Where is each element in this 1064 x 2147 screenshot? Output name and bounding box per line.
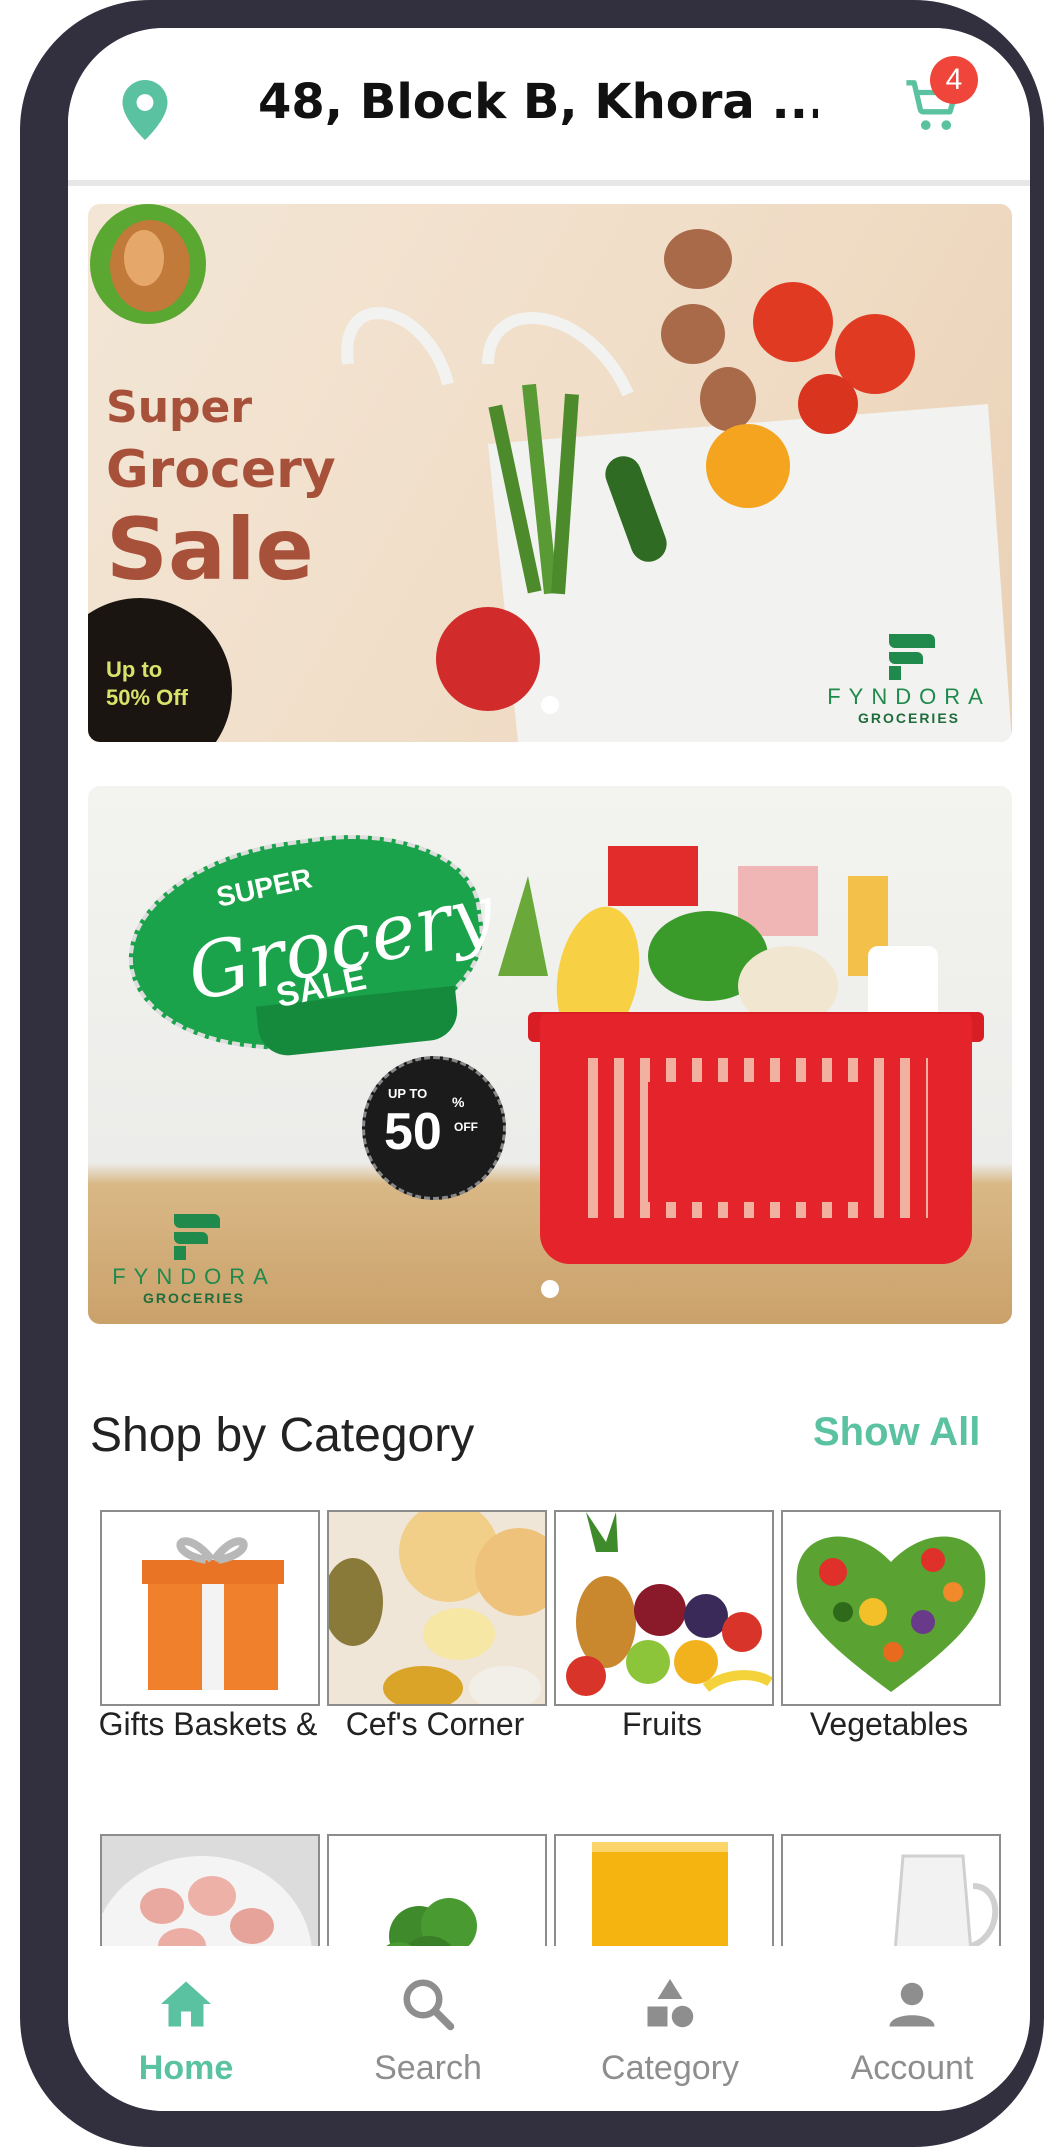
fruits-icon <box>556 1512 772 1704</box>
groceries-illustration <box>498 846 938 1036</box>
category-label-chefs-corner: Cef's Corner <box>345 1706 525 1742</box>
nav-category[interactable]: Category <box>570 1974 770 2088</box>
banner-1-headline-grocery: Grocery <box>106 440 336 500</box>
banner-2-off: OFF <box>454 1120 478 1134</box>
location-pin-icon[interactable] <box>122 80 168 140</box>
fyndora-logo-2: FYNDORA GROCERIES <box>106 1214 282 1306</box>
show-all-link[interactable]: Show All <box>813 1410 980 1455</box>
banner-2-percent: 50 <box>384 1103 442 1161</box>
category-tile-gifts[interactable] <box>100 1510 320 1706</box>
gift-box-icon <box>102 1512 318 1704</box>
category-label-fruits: Fruits <box>622 1706 702 1742</box>
nav-category-label: Category <box>601 2049 739 2087</box>
volume-up-button <box>20 338 44 518</box>
carousel-dot-2[interactable] <box>541 1280 559 1298</box>
carousel-dot[interactable] <box>541 696 559 714</box>
banner-1-headline-super: Super <box>106 382 253 433</box>
category-tile-vegetables[interactable] <box>781 1510 1001 1706</box>
nav-search[interactable]: Search <box>328 1974 528 2088</box>
category-tile-fruits[interactable] <box>554 1510 774 1706</box>
nav-home[interactable]: Home <box>86 1974 286 2088</box>
cart-count-badge: 4 <box>930 56 978 104</box>
app-header: 48, Block B, Khora ... 4 <box>68 28 1030 186</box>
banner-1-headline-sale: Sale <box>106 500 314 600</box>
account-icon <box>889 1982 935 2027</box>
volume-down-button <box>20 555 44 733</box>
thali-food-icon <box>329 1512 545 1704</box>
banner-2-upto: UP TO <box>388 1086 428 1101</box>
category-label-gifts: Gifts Baskets & <box>98 1706 318 1742</box>
promo-banner-1[interactable]: Super Grocery Sale Up to 50% Off FYNDORA… <box>88 204 1012 742</box>
nav-search-label: Search <box>374 2049 482 2087</box>
nav-account[interactable]: Account <box>812 1974 1012 2088</box>
home-icon <box>161 1981 211 2027</box>
nav-account-label: Account <box>850 2049 974 2087</box>
category-tile-chefs-corner[interactable] <box>327 1510 547 1706</box>
section-title: Shop by Category <box>90 1409 475 1462</box>
bottom-navigation: Home Search Category Account <box>68 1946 1030 2111</box>
promo-banner-2[interactable]: SUPER Grocery SALE UP TO 50 % OFF FYNDOR… <box>88 786 1012 1324</box>
fyndora-logo: FYNDORA GROCERIES <box>814 634 1004 726</box>
app-screen: 48, Block B, Khora ... 4 Super Grocery S… <box>68 28 1030 2111</box>
search-icon <box>403 1979 455 2031</box>
category-icon <box>647 1979 694 2028</box>
banner-2-percent-sign: % <box>452 1094 465 1110</box>
phone-frame: 48, Block B, Khora ... 4 Super Grocery S… <box>20 0 1044 2147</box>
delivery-address[interactable]: 48, Block B, Khora ... <box>258 74 818 130</box>
nav-home-label: Home <box>138 2049 234 2087</box>
banner-1-offer: Up to 50% Off <box>106 657 188 710</box>
vegetable-heart-icon <box>783 1512 999 1704</box>
category-label-vegetables: Vegetables <box>809 1706 969 1742</box>
